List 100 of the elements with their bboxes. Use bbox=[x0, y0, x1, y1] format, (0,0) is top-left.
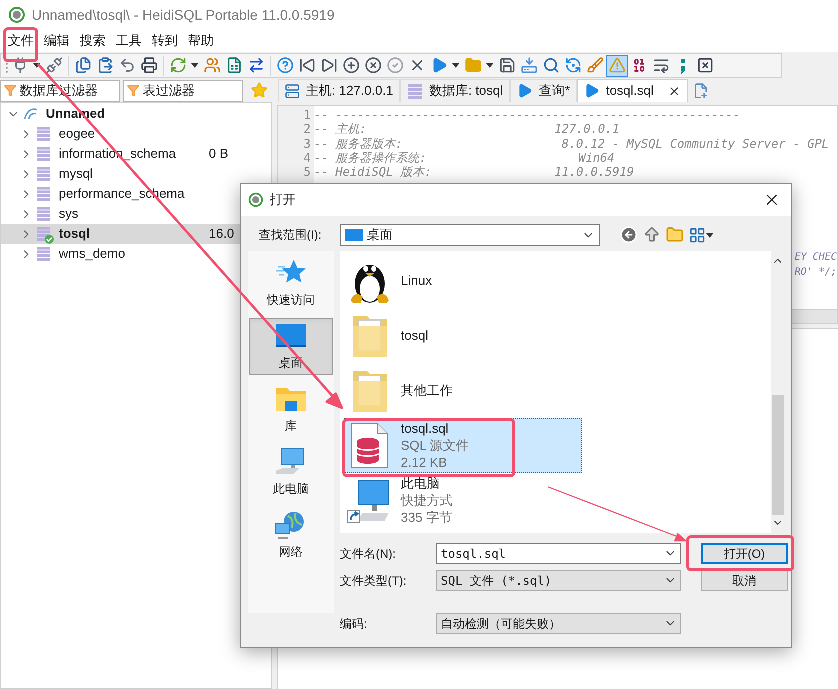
file-name: tosql.sql bbox=[401, 420, 450, 437]
place-item[interactable]: 网络 bbox=[249, 507, 333, 564]
caret-icon bbox=[452, 63, 460, 68]
arrows-icon bbox=[248, 57, 264, 74]
file-item[interactable]: 此电脑 快捷方式 335 字节 bbox=[344, 473, 582, 528]
file-item[interactable]: tosql bbox=[344, 308, 582, 363]
caret-icon bbox=[706, 232, 714, 238]
grid-icon bbox=[689, 226, 706, 244]
code-fragment: RO' */; bbox=[794, 266, 837, 280]
filter-field[interactable]: 表过滤器 bbox=[123, 80, 243, 102]
help-icon bbox=[276, 57, 294, 74]
star-icon[interactable] bbox=[251, 82, 268, 99]
warning-button[interactable] bbox=[606, 54, 628, 76]
up-arrow-icon[interactable] bbox=[643, 226, 661, 244]
check-icon bbox=[45, 235, 54, 244]
refresh-icon bbox=[170, 57, 186, 74]
tab[interactable]: 主机: 127.0.0.1 bbox=[278, 79, 400, 102]
replace-icon bbox=[564, 57, 582, 74]
folder-icon bbox=[464, 57, 482, 74]
unplug-icon bbox=[46, 57, 62, 74]
caret-icon bbox=[191, 63, 199, 68]
new-tab-icon[interactable] bbox=[692, 83, 709, 99]
tree-label: mysql bbox=[59, 165, 94, 184]
warning-icon bbox=[608, 57, 626, 74]
close-icon[interactable] bbox=[668, 84, 681, 98]
skip-forward-icon bbox=[320, 57, 338, 74]
file-item[interactable]: 其他工作 bbox=[344, 363, 582, 418]
menu-item[interactable]: 工具 bbox=[114, 31, 144, 51]
dropdown-field[interactable]: 自动检测（可能失败） bbox=[436, 613, 681, 634]
field-label: 编码: bbox=[340, 616, 368, 632]
funnel-icon bbox=[127, 84, 140, 96]
tab[interactable]: tosql.sql bbox=[577, 79, 688, 102]
skip-back-icon bbox=[298, 57, 316, 74]
monitor-icon bbox=[345, 228, 363, 242]
plus-circle-icon bbox=[342, 57, 360, 74]
file-name: tosql bbox=[401, 327, 428, 344]
code-line: -- 服务器版本: 8.0.12 - MySQL Community Server - GPL bbox=[314, 136, 830, 151]
window-title: Unnamed\tosql\ - HeidiSQL Portable 11.0.0.5919 bbox=[32, 6, 335, 25]
dropdown-field[interactable]: tosql.sql bbox=[436, 543, 681, 564]
play-icon bbox=[517, 83, 534, 99]
look-in-dropdown[interactable]: 桌面 bbox=[340, 224, 600, 246]
file-item[interactable]: Linux bbox=[344, 253, 582, 308]
file-size: 2.12 KB bbox=[401, 454, 448, 471]
menu-item[interactable]: 转到 bbox=[150, 31, 180, 51]
dropdown-field[interactable]: SQL 文件 (*.sql) bbox=[436, 570, 681, 591]
server-icon bbox=[285, 84, 300, 98]
size-text: 0 B bbox=[209, 145, 229, 164]
code-fragment: EY_CHEC bbox=[794, 251, 837, 266]
menu-item[interactable]: 帮助 bbox=[186, 31, 216, 51]
back-icon[interactable] bbox=[620, 226, 638, 244]
menu-item[interactable]: 搜索 bbox=[78, 31, 108, 51]
view-menu-button[interactable] bbox=[689, 226, 714, 244]
brush-icon bbox=[586, 57, 604, 74]
database-icon bbox=[407, 84, 424, 98]
code-line: -- 主机: 127.0.0.1 bbox=[314, 122, 621, 137]
tree-label: eogee bbox=[59, 125, 96, 144]
database-icon bbox=[36, 147, 52, 161]
database-icon bbox=[36, 247, 52, 261]
database-icon bbox=[36, 207, 52, 221]
undo-icon bbox=[118, 57, 136, 74]
tree-item[interactable]: sys bbox=[1, 204, 271, 224]
tree-label: tosql bbox=[59, 225, 92, 244]
tree-label: sys bbox=[59, 205, 80, 224]
file-size: 335 字节 bbox=[401, 509, 453, 526]
place-item[interactable]: 此电脑 bbox=[249, 444, 333, 501]
app-logo-icon bbox=[8, 6, 26, 24]
dialog-title: 打开 bbox=[270, 191, 296, 210]
x-circle-icon bbox=[364, 57, 382, 74]
file-type: SQL 源文件 bbox=[401, 437, 470, 454]
field-label: 文件名(N): bbox=[340, 546, 397, 562]
paste-icon bbox=[96, 57, 114, 74]
spreadsheet-icon bbox=[226, 57, 242, 74]
database-icon bbox=[36, 127, 52, 141]
line-number: 4 bbox=[302, 150, 311, 166]
caret-icon bbox=[486, 63, 494, 68]
code-line: -- -------------------------------------------------------- bbox=[314, 108, 742, 122]
close-square-icon bbox=[696, 57, 714, 74]
scrollbar-thumb[interactable] bbox=[772, 395, 784, 515]
file-type: 快捷方式 bbox=[401, 492, 453, 509]
users-icon bbox=[204, 57, 220, 74]
connection-icon bbox=[23, 107, 39, 121]
tree-item[interactable]: mysql bbox=[1, 164, 271, 184]
dialog-button[interactable]: 打开(O) bbox=[701, 543, 788, 564]
line-number: 2 bbox=[302, 122, 311, 137]
tree-item[interactable]: eogee bbox=[1, 124, 271, 144]
printer-icon bbox=[140, 57, 158, 74]
tab[interactable]: 数据库: tosql bbox=[400, 79, 510, 102]
save-icon bbox=[498, 57, 516, 74]
database-icon bbox=[36, 187, 52, 201]
tab[interactable]: 查询* bbox=[510, 79, 578, 102]
line-number: 5 bbox=[302, 165, 311, 180]
copy-icon bbox=[74, 57, 92, 74]
file-item[interactable]: tosql.sql SQL 源文件 2.12 KB bbox=[344, 418, 582, 473]
size-text: 16.0 bbox=[209, 225, 234, 244]
semicolon-icon bbox=[680, 58, 686, 74]
dialog-button[interactable]: 取消 bbox=[701, 570, 788, 591]
line-number: 3 bbox=[302, 136, 311, 151]
menu-item[interactable]: 文件 bbox=[6, 31, 36, 51]
file-name: 此电脑 bbox=[401, 475, 441, 492]
menu-item[interactable]: 编辑 bbox=[42, 31, 72, 51]
